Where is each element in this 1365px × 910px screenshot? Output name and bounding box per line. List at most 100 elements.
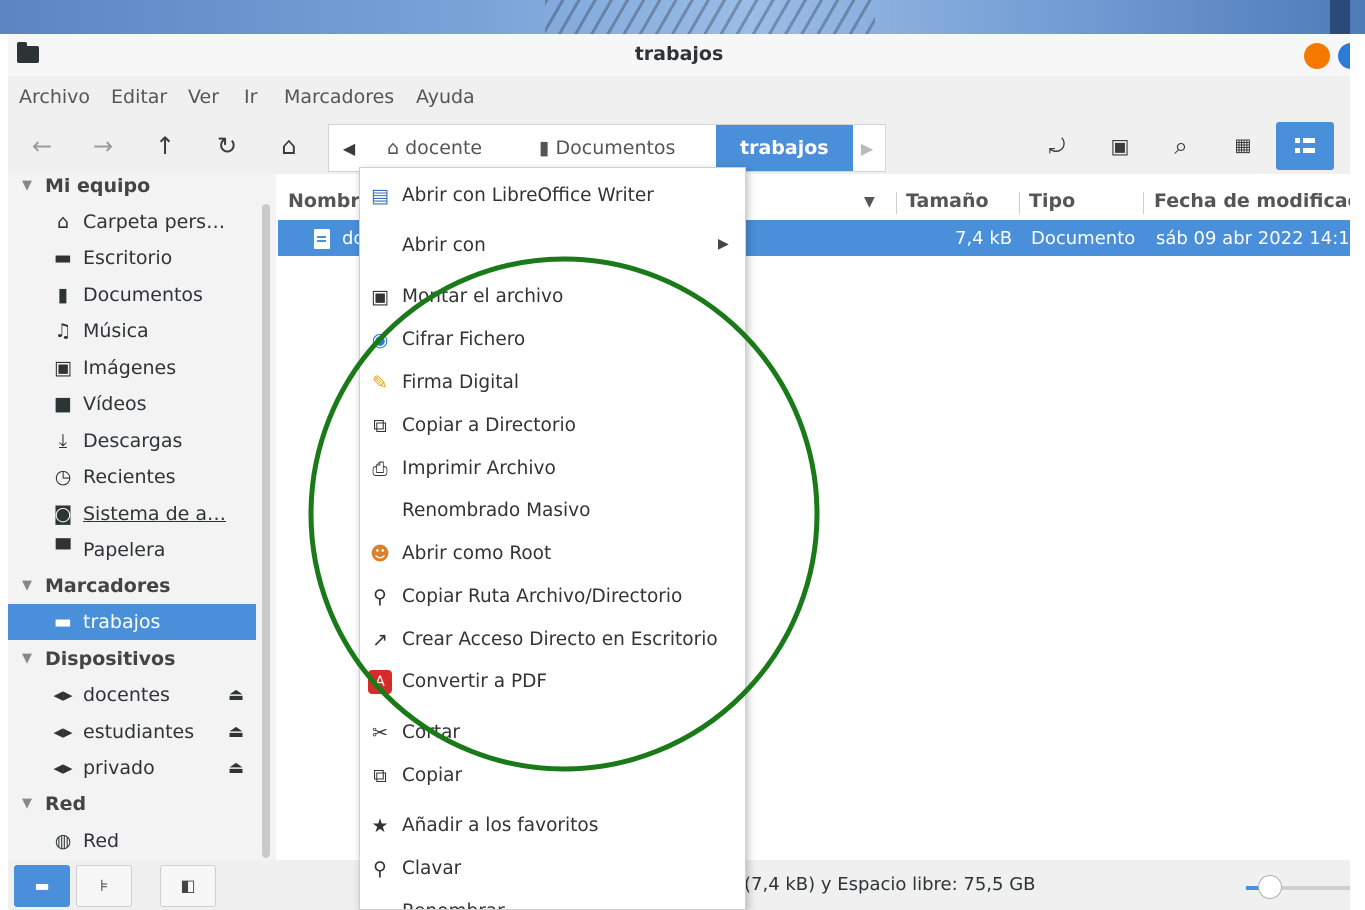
- new-folder-icon[interactable]: ▣: [1103, 130, 1137, 162]
- menu-ver[interactable]: Ver: [188, 86, 219, 108]
- sidebar: ▼ Mi equipo ⌂ Carpeta pers… ▬ Escritorio…: [8, 174, 276, 860]
- root-user-icon: ☻: [370, 543, 390, 565]
- context-menu: ▤ Abrir con LibreOffice Writer Abrir con…: [359, 167, 746, 910]
- sidebar-item-descargas[interactable]: ⤓ Descargas: [8, 423, 256, 459]
- menu-item-favoritos[interactable]: ★ Añadir a los favoritos: [360, 806, 745, 846]
- trash-icon: ▀: [55, 539, 71, 561]
- zoom-slider-handle[interactable]: [1258, 875, 1282, 899]
- sidebar-item-carpeta-personal[interactable]: ⌂ Carpeta pers…: [8, 204, 256, 240]
- network-drive-icon: ◂▸: [53, 721, 73, 743]
- menu-ir[interactable]: Ir: [244, 86, 257, 108]
- network-drive-icon: ◂▸: [53, 684, 73, 706]
- toggle-location-icon[interactable]: ⤾: [1040, 130, 1074, 162]
- desktop-wallpaper-strip: [0, 0, 1365, 34]
- menu-item-montar[interactable]: ▣ Montar el archivo: [360, 277, 745, 317]
- crumb-trabajos[interactable]: trabajos: [716, 125, 853, 171]
- show-places-button[interactable]: ▬: [14, 865, 70, 907]
- menu-item-abrir-libreoffice[interactable]: ▤ Abrir con LibreOffice Writer: [360, 176, 745, 216]
- menu-item-abrir-con[interactable]: Abrir con ▶: [360, 226, 745, 266]
- show-treeview-button[interactable]: ⊧: [76, 865, 132, 907]
- sidebar-item-estudiantes[interactable]: ◂▸ estudiantes ⏏: [8, 714, 256, 750]
- wallpaper-dark-panel: [1330, 0, 1350, 34]
- menu-editar[interactable]: Editar: [111, 86, 167, 108]
- copy-icon: ⧉: [373, 415, 387, 437]
- column-fecha[interactable]: Fecha de modificació: [1154, 190, 1350, 212]
- sidebar-item-trabajos[interactable]: ▬ trabajos: [8, 604, 256, 640]
- home-icon[interactable]: ⌂: [272, 130, 306, 162]
- eject-icon[interactable]: ⏏: [228, 750, 244, 786]
- list-view-icon: [1295, 138, 1315, 154]
- sidebar-item-papelera[interactable]: ▀ Papelera: [8, 532, 256, 568]
- menu-item-imprimir[interactable]: ⎙ Imprimir Archivo: [360, 449, 745, 489]
- sidebar-scrollbar[interactable]: [262, 204, 270, 858]
- menu-ayuda[interactable]: Ayuda: [416, 86, 475, 108]
- menu-item-clavar[interactable]: ⚲ Clavar: [360, 849, 745, 889]
- expand-triangle-icon: ▼: [22, 796, 32, 811]
- menu-item-abrir-root[interactable]: ☻ Abrir como Root: [360, 534, 745, 574]
- writer-document-icon: ▤: [371, 185, 389, 207]
- sidebar-section-dispositivos[interactable]: ▼ Dispositivos: [8, 641, 256, 677]
- menu-item-convertir-pdf[interactable]: A Convertir a PDF: [360, 662, 745, 702]
- sidebar-item-escritorio[interactable]: ▬ Escritorio: [8, 240, 256, 276]
- toolbar: ← → ↑ ↻ ⌂ ◀ ⌂ docente ▮ Documentos traba…: [8, 118, 1350, 174]
- menu-archivo[interactable]: Archivo: [19, 86, 90, 108]
- arrow-left-icon[interactable]: ←: [25, 130, 59, 162]
- window-title: trabajos: [634, 43, 724, 65]
- path-scroll-left-icon[interactable]: ◀: [335, 135, 363, 163]
- menu-item-renombrar[interactable]: Renombrar…: [360, 892, 745, 909]
- image-icon: ▣: [54, 357, 72, 379]
- sort-descending-icon[interactable]: ▼: [864, 194, 875, 210]
- sidebar-section-red[interactable]: ▼ Red: [8, 786, 256, 822]
- eject-icon[interactable]: ⏏: [228, 677, 244, 713]
- desktop-icon: ▬: [54, 247, 72, 269]
- sidebar-item-sistema-archivos[interactable]: ◙ Sistema de a…: [8, 496, 256, 532]
- sidebar-item-privado[interactable]: ◂▸ privado ⏏: [8, 750, 256, 786]
- sidebar-section-marcadores[interactable]: ▼ Marcadores: [8, 568, 256, 604]
- crumb-documentos[interactable]: ▮ Documentos: [539, 125, 675, 171]
- arrow-up-icon[interactable]: ↑: [148, 130, 182, 162]
- sidebar-section-mi-equipo[interactable]: ▼ Mi equipo: [8, 174, 256, 204]
- sidebar-item-recientes[interactable]: ◷ Recientes: [8, 459, 256, 495]
- home-icon: ⌂: [387, 137, 406, 159]
- menu-item-cifrar[interactable]: ◉ Cifrar Fichero: [360, 320, 745, 360]
- clock-icon: ◷: [54, 466, 72, 488]
- menu-item-copiar-ruta[interactable]: ⚲ Copiar Ruta Archivo/Directorio: [360, 577, 745, 617]
- crumb-docente[interactable]: ⌂ docente: [387, 125, 482, 171]
- search-icon[interactable]: ⌕: [1164, 130, 1198, 162]
- tree-icon: ⊧: [99, 876, 109, 895]
- file-type: Documento: [1031, 228, 1136, 249]
- eject-icon[interactable]: ⏏: [228, 714, 244, 750]
- menu-item-firma-digital[interactable]: ✎ Firma Digital: [360, 363, 745, 403]
- hide-sidebar-button[interactable]: ◧: [160, 865, 216, 907]
- copy-icon: ⧉: [373, 765, 387, 787]
- document-folder-icon: ▮: [539, 137, 556, 159]
- menu-item-cortar[interactable]: ✂ Cortar: [360, 713, 745, 753]
- document-icon: ▮: [57, 284, 69, 306]
- expand-triangle-icon: ▼: [22, 651, 32, 666]
- column-tamano[interactable]: Tamaño: [906, 190, 989, 212]
- sidebar-item-videos[interactable]: ■ Vídeos: [8, 386, 256, 422]
- sidebar-item-imagenes[interactable]: ▣ Imágenes: [8, 350, 256, 386]
- menu-item-crear-acceso-directo[interactable]: ↗ Crear Acceso Directo en Escritorio: [360, 620, 745, 660]
- encrypt-icon: ◉: [371, 329, 389, 351]
- path-scroll-right-icon[interactable]: ▶: [853, 135, 881, 163]
- minimize-button[interactable]: [1304, 43, 1330, 69]
- folder-icon: ▬: [54, 611, 72, 633]
- column-separator: [896, 192, 897, 214]
- column-tipo[interactable]: Tipo: [1029, 190, 1075, 212]
- arrow-right-icon[interactable]: →: [86, 130, 120, 162]
- pdf-icon: A: [368, 670, 392, 694]
- menu-item-copiar-directorio[interactable]: ⧉ Copiar a Directorio: [360, 406, 745, 446]
- menu-marcadores[interactable]: Marcadores: [284, 86, 394, 108]
- reload-icon[interactable]: ↻: [210, 130, 244, 162]
- sidebar-item-docentes[interactable]: ◂▸ docentes ⏏: [8, 677, 256, 713]
- list-view-button[interactable]: [1276, 122, 1334, 170]
- menu-item-renombrado-masivo[interactable]: Renombrado Masivo: [360, 491, 745, 531]
- icon-view-icon[interactable]: ▦: [1226, 130, 1260, 162]
- sidebar-item-musica[interactable]: ♫ Música: [8, 313, 256, 349]
- sidebar-item-red[interactable]: ◍ Red: [8, 823, 256, 859]
- expand-triangle-icon: ▼: [22, 178, 32, 193]
- location-pin-icon: ⚲: [373, 586, 387, 608]
- sidebar-item-documentos[interactable]: ▮ Documentos: [8, 277, 256, 313]
- menu-item-copiar[interactable]: ⧉ Copiar: [360, 756, 745, 796]
